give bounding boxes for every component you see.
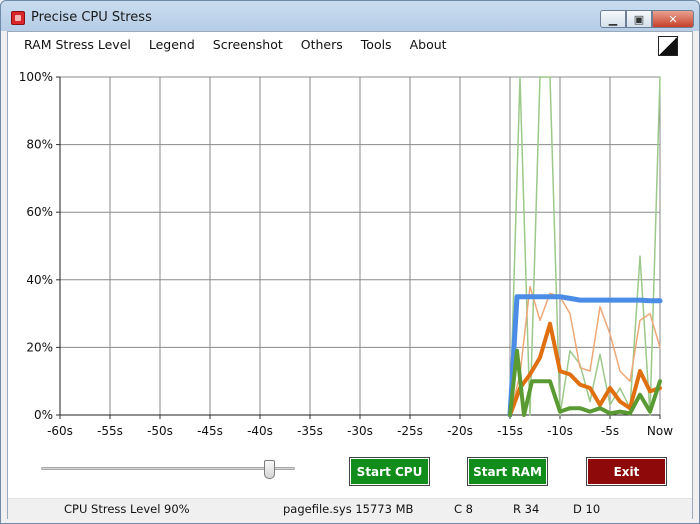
menu-about[interactable]: About (401, 32, 456, 58)
minimize-button[interactable]: ▁ (600, 10, 626, 28)
status-c: C 8 (454, 502, 474, 516)
y-tick-label: 40% (26, 273, 53, 287)
window-title: Precise CPU Stress (31, 10, 152, 25)
theme-toggle-icon[interactable] (658, 36, 678, 56)
x-tick-label: -45s (197, 424, 223, 438)
x-tick-label: -40s (247, 424, 273, 438)
x-tick-label: -25s (397, 424, 423, 438)
status-r: R 34 (513, 502, 540, 516)
x-tick-label: -5s (601, 424, 619, 438)
maximize-button[interactable]: ▣ (626, 10, 652, 28)
y-tick-label: 0% (34, 408, 53, 422)
stress-level-slider-track[interactable] (41, 467, 295, 470)
x-tick-label: -55s (97, 424, 123, 438)
close-icon: ✕ (668, 12, 678, 26)
x-tick-label: -60s (47, 424, 73, 438)
x-tick-label: -35s (297, 424, 323, 438)
close-button[interactable]: ✕ (652, 10, 694, 28)
usage-chart: -60s -55s -50s -45s -40s -35s -30s -25s -20s -15s… (19, 70, 674, 438)
x-tick-label: -20s (447, 424, 473, 438)
x-tick-label: -15s (497, 424, 523, 438)
x-tick-label: Now (647, 424, 673, 438)
minimize-icon: ▁ (608, 12, 618, 26)
controls-row: Start CPU Start RAM Exit (8, 452, 692, 498)
title-bar[interactable]: Precise CPU Stress ▁ ▣ ✕ (1, 1, 699, 31)
series-line-green-thin (509, 76, 661, 416)
x-tick-label: -50s (147, 424, 173, 438)
app-icon (11, 11, 25, 25)
status-cpu-level: CPU Stress Level 90% (64, 502, 190, 516)
status-d: D 10 (573, 502, 601, 516)
app-window: Precise CPU Stress ▁ ▣ ✕ RAM Stress Leve… (0, 0, 700, 524)
start-cpu-button[interactable]: Start CPU (349, 457, 430, 486)
maximize-icon: ▣ (633, 12, 645, 26)
y-tick-label: 20% (26, 340, 53, 354)
menu-ram-stress-level[interactable]: RAM Stress Level (8, 32, 140, 58)
x-tick-label: -10s (547, 424, 573, 438)
menu-tools[interactable]: Tools (352, 32, 401, 58)
x-tick-label: -30s (347, 424, 373, 438)
menu-bar: RAM Stress Level Legend Screenshot Other… (8, 32, 692, 58)
y-tick-label: 100% (19, 70, 53, 84)
y-tick-label: 80% (26, 138, 53, 152)
start-ram-button[interactable]: Start RAM (467, 457, 548, 486)
status-pagefile: pagefile.sys 15773 MB (283, 502, 414, 516)
window-controls: ▁ ▣ ✕ (600, 10, 694, 28)
menu-screenshot[interactable]: Screenshot (204, 32, 292, 58)
menu-others[interactable]: Others (292, 32, 352, 58)
menu-legend[interactable]: Legend (140, 32, 204, 58)
y-tick-label: 60% (26, 205, 53, 219)
stress-level-slider-thumb[interactable] (264, 460, 276, 479)
exit-button[interactable]: Exit (586, 457, 667, 486)
status-bar: CPU Stress Level 90% pagefile.sys 15773 … (8, 498, 692, 519)
client-area: RAM Stress Level Legend Screenshot Other… (7, 31, 693, 519)
